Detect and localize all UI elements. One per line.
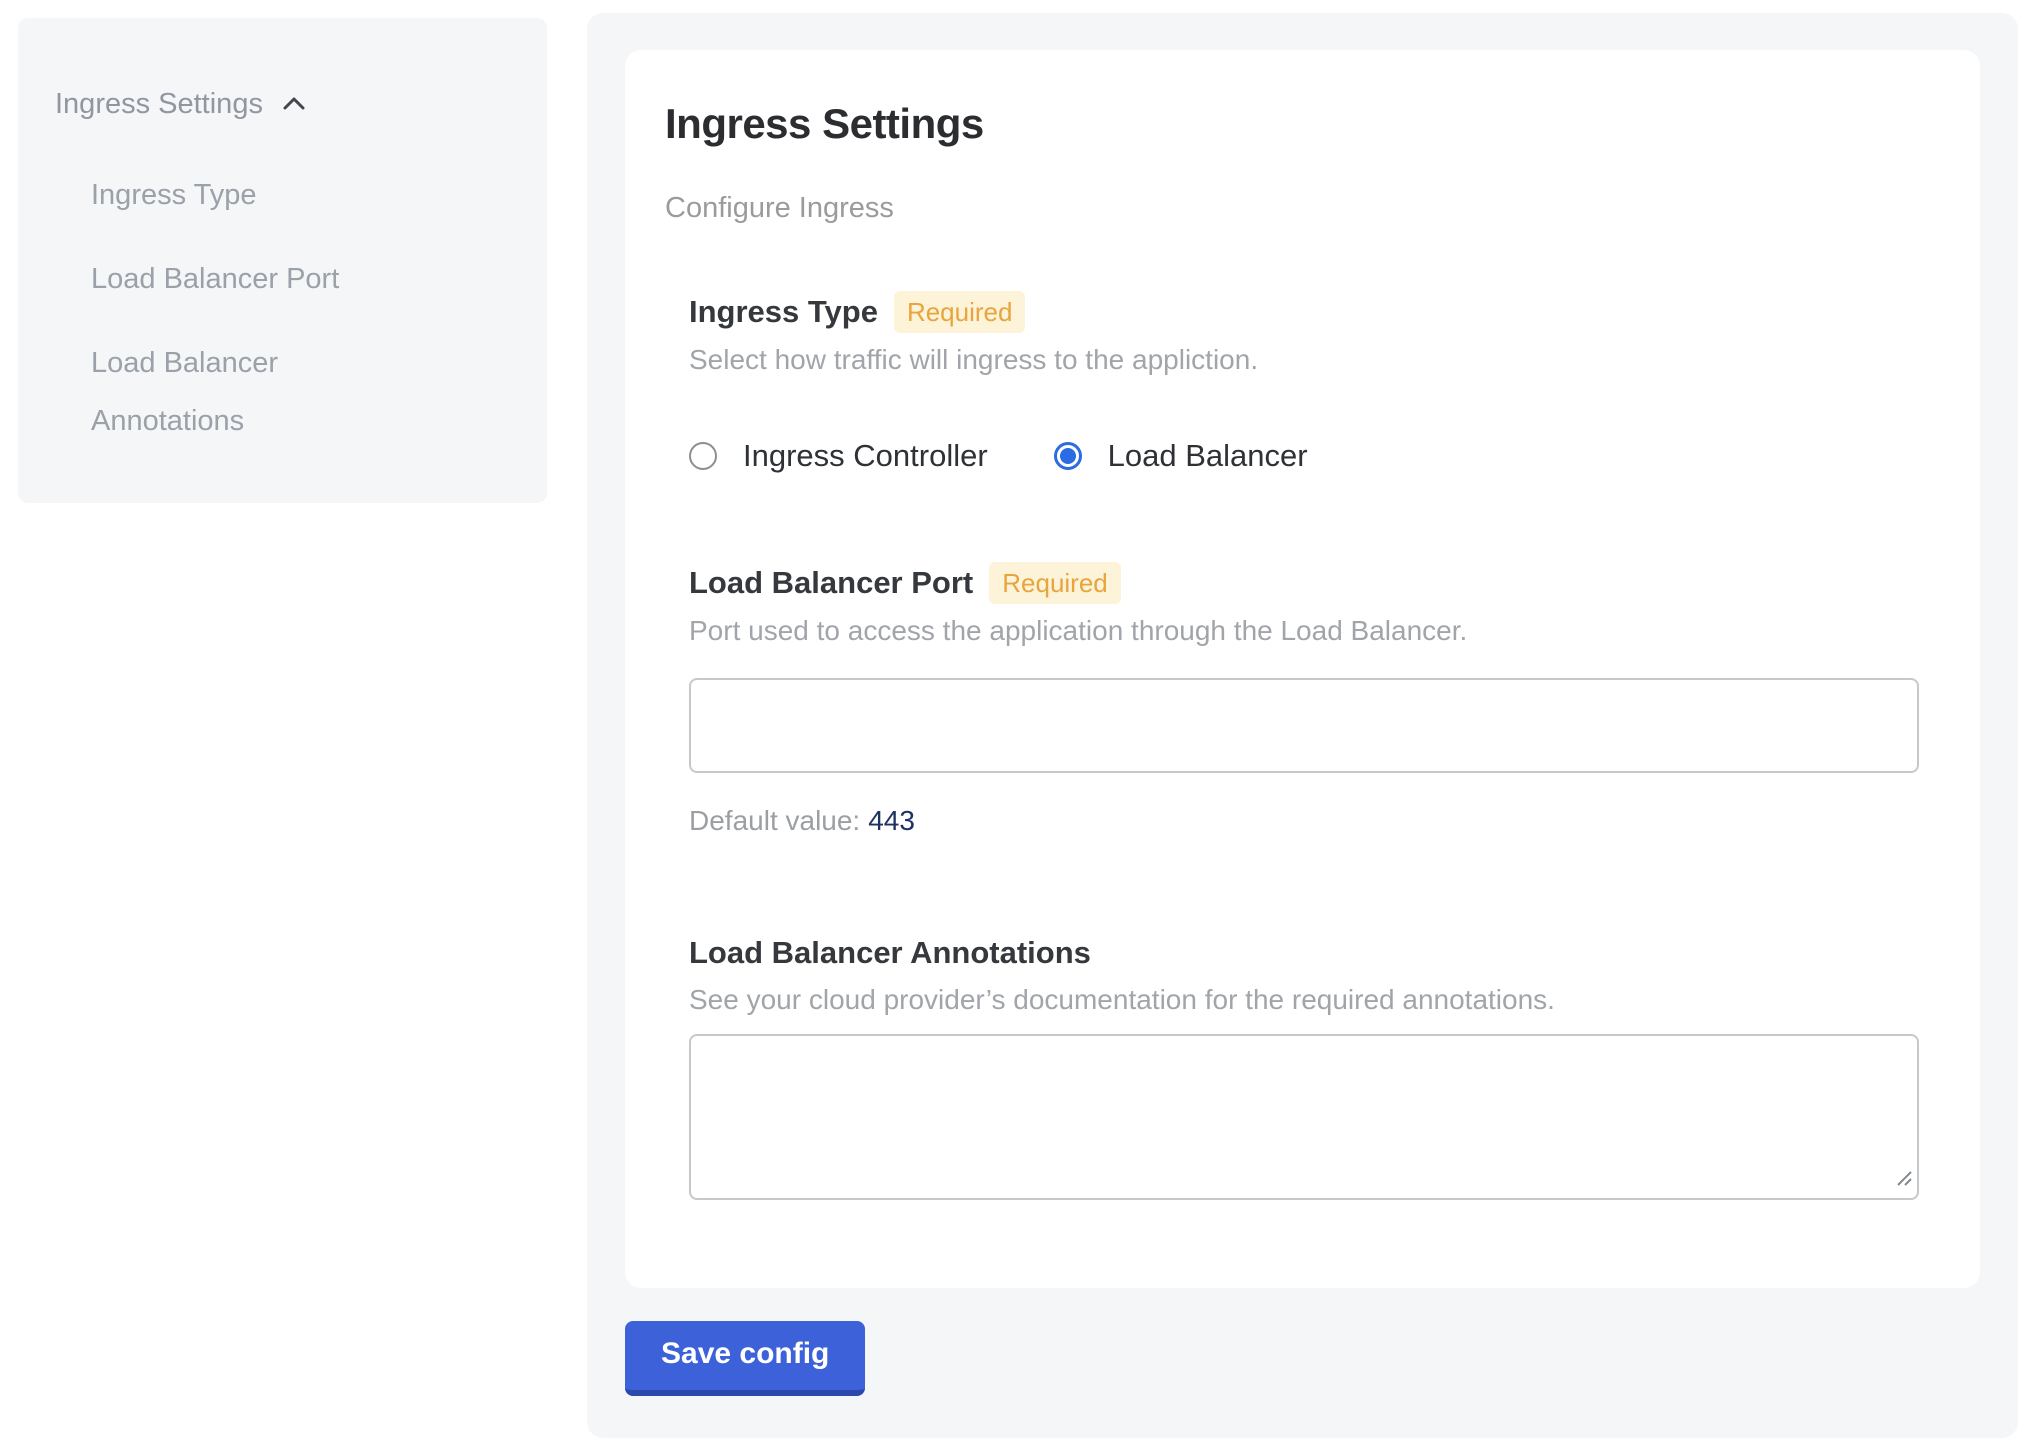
radio-option-load-balancer[interactable]: Load Balancer	[1054, 438, 1308, 474]
ingress-type-radio-group: Ingress Controller Load Balancer	[689, 438, 1920, 474]
sidebar-group-toggle[interactable]: Ingress Settings	[55, 86, 517, 122]
sidebar-item-load-balancer-port[interactable]: Load Balancer Port	[91, 250, 431, 308]
default-value-label: Default value:	[689, 805, 860, 836]
default-value-row: Default value: 443	[689, 805, 1920, 837]
resize-handle-icon[interactable]	[1895, 1169, 1913, 1192]
field-label-load-balancer-annotations: Load Balancer Annotations	[689, 933, 1091, 973]
config-group-card: Ingress Settings Configure Ingress Ingre…	[625, 50, 1980, 1288]
required-badge: Required	[894, 291, 1026, 333]
section-ingress-type: Ingress Type Required Select how traffic…	[689, 291, 1920, 474]
sidebar-group-title: Ingress Settings	[55, 86, 263, 122]
field-help-load-balancer-annotations: See your cloud provider’s documentation …	[689, 982, 1920, 1018]
radio-icon[interactable]	[689, 442, 717, 470]
required-badge: Required	[989, 562, 1121, 604]
radio-icon[interactable]	[1054, 442, 1082, 470]
section-load-balancer-port: Load Balancer Port Required Port used to…	[689, 562, 1920, 837]
radio-label[interactable]: Ingress Controller	[743, 438, 988, 474]
field-help-load-balancer-port: Port used to access the application thro…	[689, 613, 1920, 649]
config-nav-sidebar: Ingress Settings Ingress Type Load Balan…	[18, 18, 547, 503]
field-help-ingress-type: Select how traffic will ingress to the a…	[689, 342, 1920, 378]
chevron-up-icon	[277, 87, 311, 121]
page-title: Ingress Settings	[665, 100, 1920, 148]
default-value: 443	[868, 805, 915, 836]
config-main-panel: Ingress Settings Configure Ingress Ingre…	[587, 13, 2018, 1438]
sidebar-item-load-balancer-annotations[interactable]: Load Balancer Annotations	[91, 334, 431, 450]
page-subtitle: Configure Ingress	[665, 192, 1920, 225]
field-label-ingress-type: Ingress Type	[689, 292, 878, 332]
field-label-load-balancer-port: Load Balancer Port	[689, 563, 973, 603]
load-balancer-annotations-textarea[interactable]	[689, 1034, 1919, 1200]
section-load-balancer-annotations: Load Balancer Annotations See your cloud…	[689, 933, 1920, 1200]
radio-label[interactable]: Load Balancer	[1108, 438, 1308, 474]
sidebar-nav-list: Ingress Type Load Balancer Port Load Bal…	[55, 166, 517, 450]
save-config-button[interactable]: Save config	[625, 1321, 865, 1396]
radio-option-ingress-controller[interactable]: Ingress Controller	[689, 438, 988, 474]
sidebar-item-ingress-type[interactable]: Ingress Type	[91, 166, 431, 224]
config-sections: Ingress Type Required Select how traffic…	[689, 291, 1920, 1200]
load-balancer-port-input[interactable]	[689, 678, 1919, 773]
